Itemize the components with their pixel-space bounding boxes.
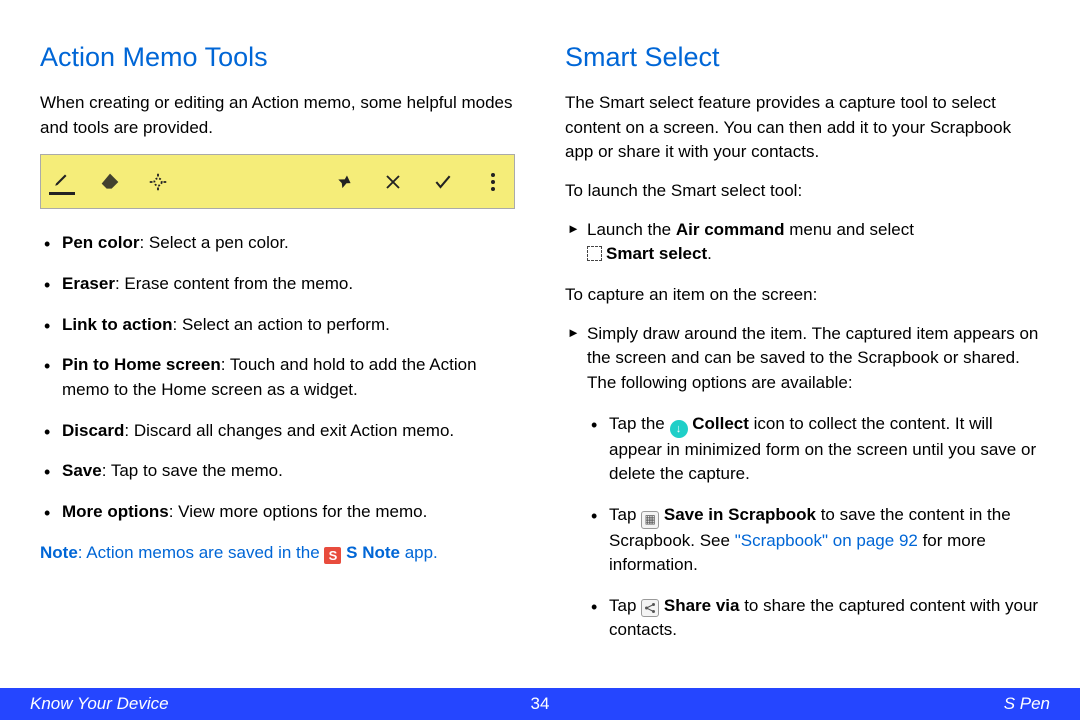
save-icon bbox=[430, 169, 456, 195]
intro-left: When creating or editing an Action memo,… bbox=[40, 91, 515, 140]
list-item: More options: View more options for the … bbox=[40, 500, 515, 525]
page-footer: Know Your Device 34 S Pen bbox=[0, 688, 1080, 720]
left-column: Action Memo Tools When creating or editi… bbox=[40, 38, 515, 688]
save-scrapbook-icon: ▦ bbox=[641, 511, 659, 529]
scrapbook-link[interactable]: "Scrapbook" on page 92 bbox=[735, 531, 918, 550]
action-memo-toolbar bbox=[40, 154, 515, 209]
eraser-icon bbox=[97, 169, 123, 195]
footer-left: Know Your Device bbox=[30, 692, 169, 717]
list-item: Pin to Home screen: Touch and hold to ad… bbox=[40, 353, 515, 402]
list-item: Tap the ↓ Collect icon to collect the co… bbox=[587, 412, 1040, 487]
action-memo-list: Pen color: Select a pen color. Eraser: E… bbox=[40, 231, 515, 524]
list-item: Tap ▦ Save in Scrapbook to save the cont… bbox=[587, 503, 1040, 578]
intro-right: The Smart select feature provides a capt… bbox=[565, 91, 1040, 165]
smart-select-icon bbox=[587, 246, 602, 261]
pen-icon bbox=[49, 169, 75, 195]
heading-action-memo: Action Memo Tools bbox=[40, 38, 515, 77]
capture-label: To capture an item on the screen: bbox=[565, 283, 1040, 308]
discard-icon bbox=[380, 169, 406, 195]
list-item: Link to action: Select an action to perf… bbox=[40, 313, 515, 338]
list-item: Eraser: Erase content from the memo. bbox=[40, 272, 515, 297]
pin-icon bbox=[330, 169, 356, 195]
right-column: Smart Select The Smart select feature pr… bbox=[565, 38, 1040, 688]
s-note-icon: S bbox=[324, 547, 341, 564]
footer-page-number: 34 bbox=[531, 692, 550, 717]
list-item: Pen color: Select a pen color. bbox=[40, 231, 515, 256]
collect-icon: ↓ bbox=[670, 420, 688, 438]
launch-step: Launch the Air command menu and select S… bbox=[565, 218, 1040, 267]
list-item: Tap Share via to share the captured cont… bbox=[587, 594, 1040, 643]
link-to-action-icon bbox=[145, 169, 171, 195]
capture-options: Tap the ↓ Collect icon to collect the co… bbox=[587, 412, 1040, 644]
note-line: Note: Action memos are saved in the S S … bbox=[40, 541, 515, 566]
list-item: Save: Tap to save the memo. bbox=[40, 459, 515, 484]
footer-right: S Pen bbox=[1004, 692, 1050, 717]
more-options-icon bbox=[480, 169, 506, 195]
launch-label: To launch the Smart select tool: bbox=[565, 179, 1040, 204]
heading-smart-select: Smart Select bbox=[565, 38, 1040, 77]
share-icon bbox=[641, 599, 659, 617]
capture-step: Simply draw around the item. The capture… bbox=[565, 322, 1040, 643]
list-item: Discard: Discard all changes and exit Ac… bbox=[40, 419, 515, 444]
